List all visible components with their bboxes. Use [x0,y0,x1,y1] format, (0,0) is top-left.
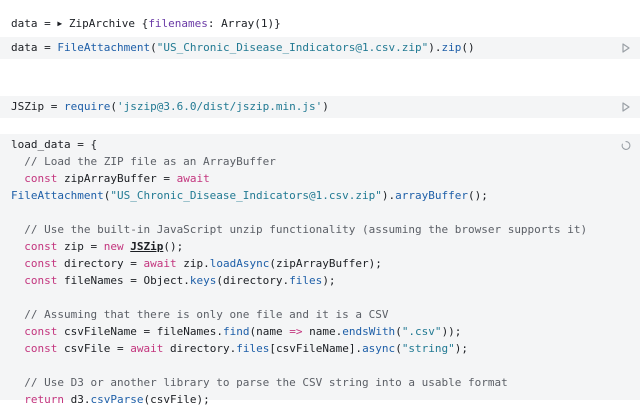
code-comment: // Use the built-in JavaScript unzip fun… [11,223,588,236]
output-var: data [11,17,38,30]
code-line: FileAttachment("US_Chronic_Disease_Indic… [11,189,488,202]
code-line: const zip = new JSZip(); [24,240,184,253]
code-line: const fileNames = Object.keys(directory.… [24,274,336,287]
triangle-right-icon[interactable]: ▶ [57,19,62,28]
code-line: data = FileAttachment("US_Chronic_Diseas… [11,41,475,54]
code-cell-jszip[interactable]: JSZip = require('jszip@3.6.0/dist/jszip.… [0,96,640,118]
code-cell-load-data[interactable]: load_data = { // Load the ZIP file as an… [0,134,640,406]
jszip-reference-link[interactable]: JSZip [130,240,163,253]
code-line: const csvFileName = fileNames.find(name … [24,325,462,338]
code-cell-data[interactable]: data = FileAttachment("US_Chronic_Diseas… [0,37,640,59]
play-icon[interactable] [621,101,631,113]
code-line: const directory = await zip.loadAsync(zi… [24,257,382,270]
code-comment: // Use D3 or another library to parse th… [11,376,508,389]
output-key: filenames [148,17,208,30]
code-line: const zipArrayBuffer = await [24,172,210,185]
code-line: JSZip = require('jszip@3.6.0/dist/jszip.… [11,100,329,113]
code-line: const csvFile = await directory.files[cs… [24,342,469,355]
output-value: Array(1) [221,17,275,30]
output-object-type[interactable]: ZipArchive [69,17,135,30]
play-icon[interactable] [621,42,631,54]
spinner-icon [621,139,631,151]
code-comment: // Load the ZIP file as an ArrayBuffer [11,155,276,168]
code-comment: // Assuming that there is only one file … [11,308,389,321]
code-line: load_data = { [11,138,98,151]
cell-output: data = ▶ ZipArchive {filenames: Array(1)… [11,17,281,30]
